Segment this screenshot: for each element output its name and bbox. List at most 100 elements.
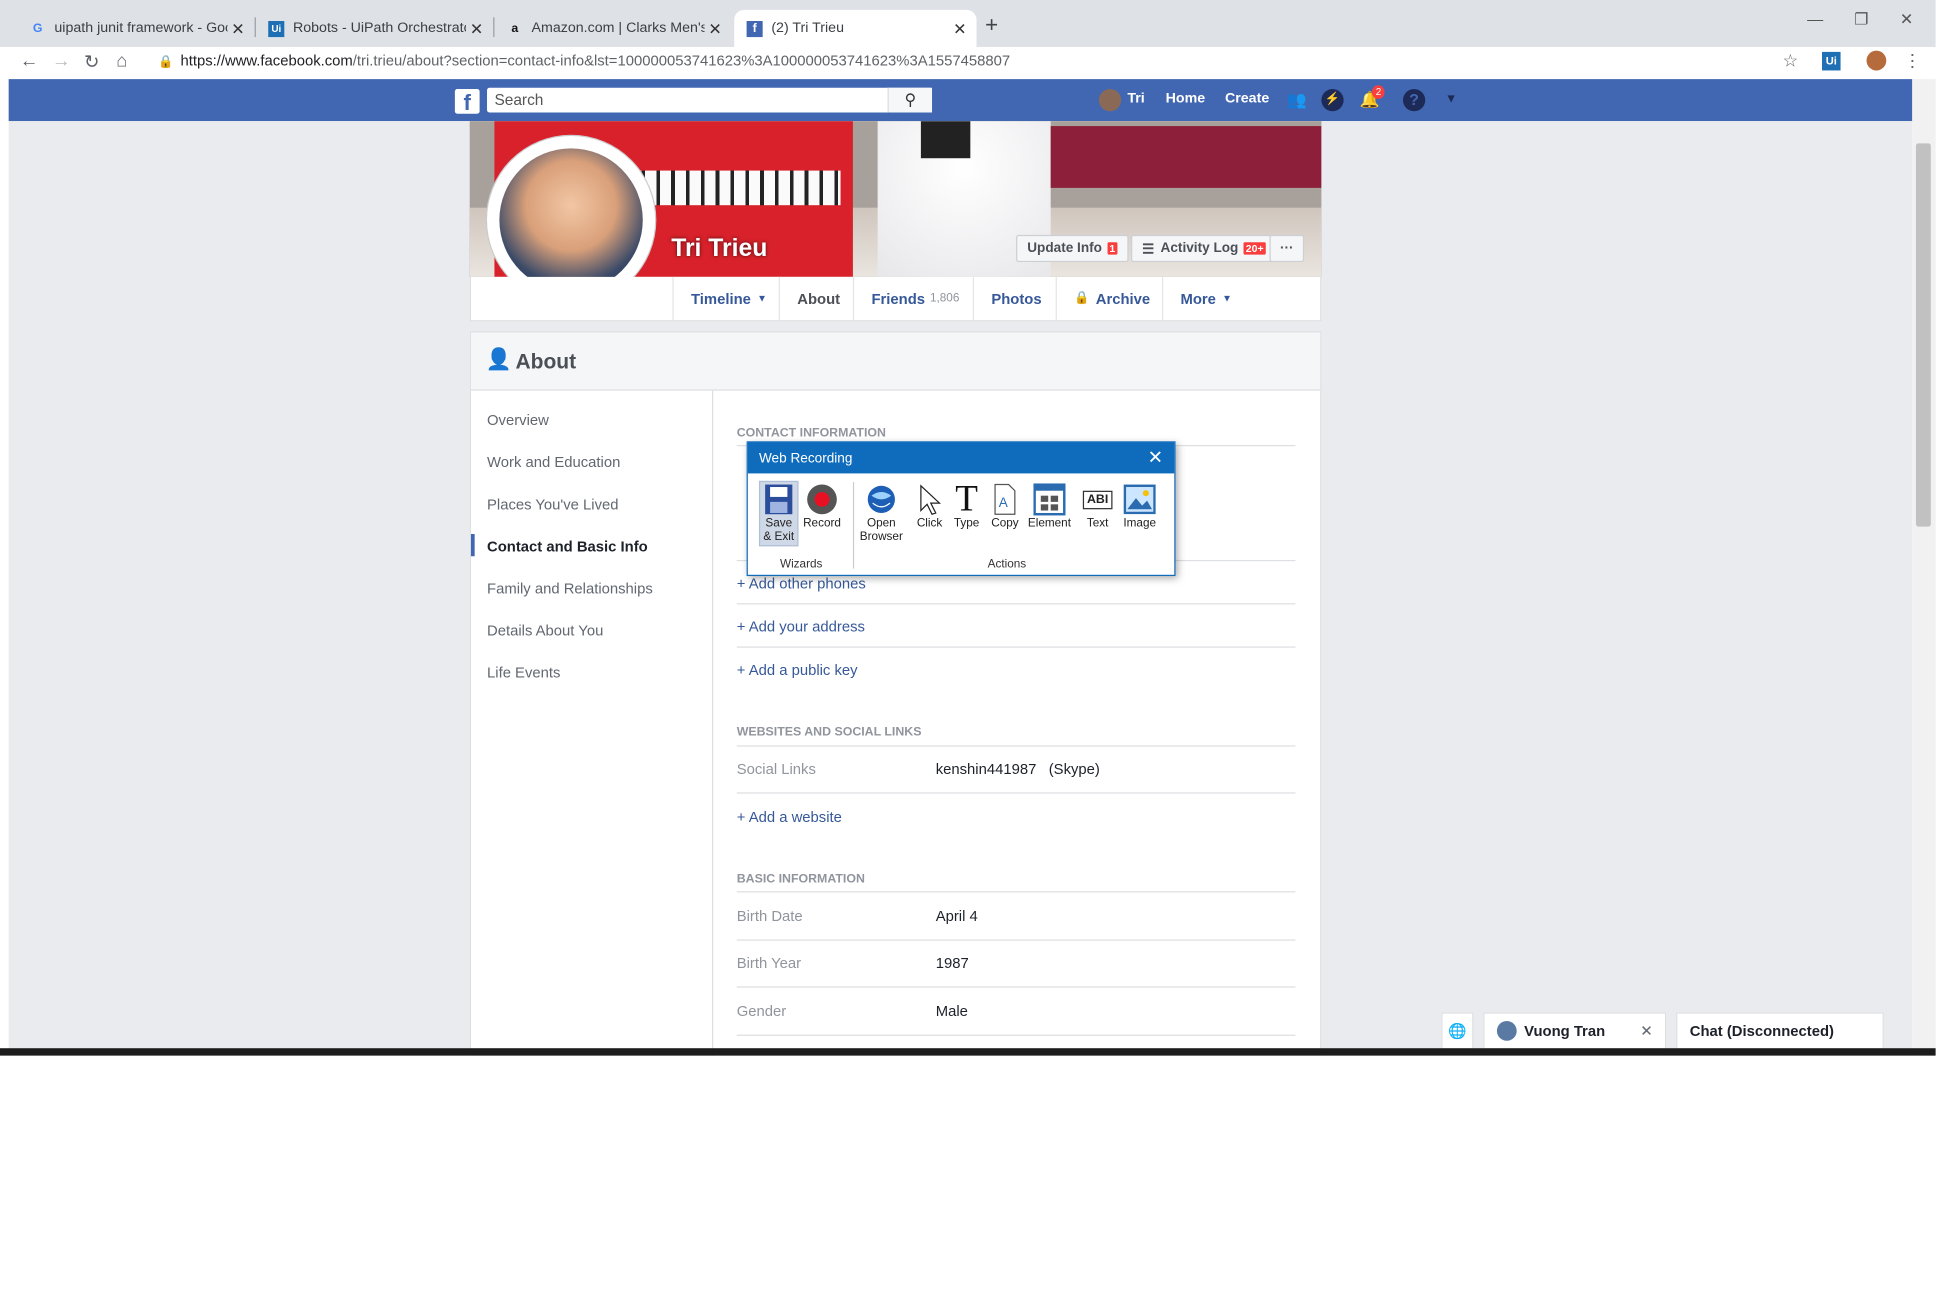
save-exit-button[interactable]: Save & Exit xyxy=(758,482,800,544)
activity-log-label: Activity Log xyxy=(1160,241,1239,256)
chat-tab-vuong-tran[interactable]: Vuong Tran ✕ xyxy=(1483,1012,1667,1050)
close-tab-icon[interactable]: ✕ xyxy=(953,20,966,40)
nav-places-lived[interactable]: Places You've Lived xyxy=(487,496,618,513)
about-card: 👤 About Overview Work and Education Plac… xyxy=(469,331,1322,1056)
profile-name[interactable]: Tri Trieu xyxy=(671,235,767,263)
facebook-logo-icon[interactable]: f xyxy=(454,88,480,115)
close-tab-icon[interactable]: ✕ xyxy=(231,20,244,40)
chat-sidebar-button[interactable]: Chat (Disconnected) xyxy=(1676,1012,1884,1050)
forward-icon[interactable]: → xyxy=(52,51,71,72)
group-divider xyxy=(852,482,855,569)
click-button[interactable]: Click xyxy=(909,482,951,530)
tab-orchestrator[interactable]: Ui Robots - UiPath Orchestrator Co ✕ xyxy=(256,10,493,47)
tab-timeline[interactable]: Timeline ▼ xyxy=(672,276,784,321)
list-icon: ☰ xyxy=(1142,241,1155,257)
web-recording-dialog[interactable]: Web Recording ✕ Save & Exit Record Open … xyxy=(746,441,1176,577)
nav-overview[interactable]: Overview xyxy=(487,412,549,429)
record-button[interactable]: Record xyxy=(801,482,843,530)
friends-count: 1,806 xyxy=(929,291,960,306)
nav-contact-basic-info[interactable]: Contact and Basic Info xyxy=(487,538,648,555)
os-taskbar xyxy=(0,1048,1936,1056)
uipath-extension-icon[interactable]: Ui xyxy=(1822,51,1841,71)
nav-work-education[interactable]: Work and Education xyxy=(487,454,620,471)
open-browser-label: Open Browser xyxy=(859,516,903,544)
image-button[interactable]: Image xyxy=(1119,482,1161,530)
tab-title: (2) Tri Trieu xyxy=(771,21,845,36)
user-link[interactable]: Tri xyxy=(1127,91,1144,106)
tab-label: Timeline xyxy=(690,289,751,308)
add-address-link[interactable]: + Add your address xyxy=(737,618,865,635)
url-path: /tri.trieu/about?section=contact-info&ls… xyxy=(352,51,1011,70)
home-link[interactable]: Home xyxy=(1166,91,1205,106)
websites-header: WEBSITES AND SOCIAL LINKS xyxy=(736,725,922,740)
type-label: Type xyxy=(953,516,980,531)
social-links-label: Social Links xyxy=(736,760,816,778)
text-icon: ABI xyxy=(1077,482,1119,517)
bookmark-star-icon[interactable]: ☆ xyxy=(1782,51,1798,72)
address-bar[interactable]: https://www.facebook.com/tri.trieu/about… xyxy=(180,52,1010,69)
help-icon[interactable]: ? xyxy=(1402,88,1426,112)
add-public-key-link[interactable]: + Add a public key xyxy=(737,661,858,678)
tab-google[interactable]: G uipath junit framework - Google ✕ xyxy=(17,10,254,47)
chat-globe-button[interactable]: 🌐 xyxy=(1441,1012,1474,1050)
birth-year-label: Birth Year xyxy=(736,954,802,972)
close-icon[interactable]: ✕ xyxy=(1148,446,1164,468)
browser-toolbar: ← → ↻ ⌂ 🔒 https://www.facebook.com/tri.t… xyxy=(0,46,1936,80)
browser-tab-strip: G uipath junit framework - Google ✕ Ui R… xyxy=(0,0,1936,47)
search-icon[interactable]: ⚲ xyxy=(887,87,933,113)
friend-requests-icon[interactable]: 👥 xyxy=(1286,89,1308,111)
nav-life-events[interactable]: Life Events xyxy=(487,664,560,681)
dialog-title-bar[interactable]: Web Recording xyxy=(747,442,1175,474)
tab-about[interactable]: About xyxy=(778,276,858,321)
new-tab-icon[interactable]: + xyxy=(985,12,998,38)
search-input[interactable]: Search xyxy=(487,87,933,113)
close-icon[interactable]: ✕ xyxy=(1640,1022,1652,1039)
close-window-icon[interactable]: ✕ xyxy=(1900,10,1913,30)
tab-facebook[interactable]: f (2) Tri Trieu ✕ xyxy=(734,9,977,47)
nav-details-about-you[interactable]: Details About You xyxy=(487,622,603,639)
close-tab-icon[interactable]: ✕ xyxy=(708,20,721,40)
amazon-icon: a xyxy=(511,21,519,36)
open-browser-button[interactable]: Open Browser xyxy=(859,482,903,544)
minimize-icon[interactable]: — xyxy=(1807,10,1823,29)
back-icon[interactable]: ← xyxy=(20,51,39,72)
divider xyxy=(736,792,1296,794)
scroll-thumb[interactable] xyxy=(1915,143,1931,527)
page-scrollbar[interactable] xyxy=(1912,79,1936,1056)
tab-friends[interactable]: Friends 1,806 xyxy=(852,276,977,321)
profile-avatar-icon[interactable] xyxy=(1866,50,1887,71)
activity-log-button[interactable]: ☰ Activity Log 20+ xyxy=(1131,234,1278,263)
nav-family-relationships[interactable]: Family and Relationships xyxy=(487,580,653,597)
add-phones-link[interactable]: + Add other phones xyxy=(737,575,866,592)
globe-icon xyxy=(859,482,903,517)
person-icon: 👤 xyxy=(485,347,512,371)
messenger-icon[interactable]: ⚡ xyxy=(1321,88,1344,112)
birth-year-value: 1987 xyxy=(935,954,969,972)
image-icon xyxy=(1119,482,1161,517)
update-info-label: Update Info xyxy=(1027,241,1102,256)
update-info-button[interactable]: Update Info 1 xyxy=(1016,234,1129,263)
type-button[interactable]: T Type xyxy=(946,478,988,531)
text-button[interactable]: ABI Text xyxy=(1077,482,1119,530)
menu-dots-icon[interactable]: ⋮ xyxy=(1904,51,1921,72)
account-dropdown-icon[interactable]: ▼ xyxy=(1440,89,1462,111)
tab-photos[interactable]: Photos xyxy=(972,276,1059,321)
tab-amazon[interactable]: a Amazon.com | Clarks Men's Tilde ✕ xyxy=(494,10,731,47)
element-label: Element xyxy=(1027,516,1071,531)
tab-archive[interactable]: 🔒 Archive xyxy=(1055,276,1168,321)
chat-status: Chat (Disconnected) xyxy=(1689,1022,1834,1040)
restore-icon[interactable]: ❐ xyxy=(1854,10,1868,30)
tab-more[interactable]: More ▼ xyxy=(1161,276,1249,321)
copy-button[interactable]: A Copy xyxy=(984,482,1026,530)
close-tab-icon[interactable]: ✕ xyxy=(470,20,483,40)
element-button[interactable]: Element xyxy=(1027,482,1071,530)
chat-contact-name: Vuong Tran xyxy=(1524,1022,1606,1040)
home-icon[interactable]: ⌂ xyxy=(116,51,127,72)
add-website-link[interactable]: + Add a website xyxy=(737,808,842,825)
more-options-button[interactable]: ··· xyxy=(1269,234,1305,263)
create-link[interactable]: Create xyxy=(1225,91,1269,106)
lock-icon: 🔒 xyxy=(158,55,174,70)
notification-badge: 2 xyxy=(1372,85,1385,99)
user-avatar[interactable] xyxy=(1098,88,1122,112)
reload-icon[interactable]: ↻ xyxy=(84,51,100,73)
